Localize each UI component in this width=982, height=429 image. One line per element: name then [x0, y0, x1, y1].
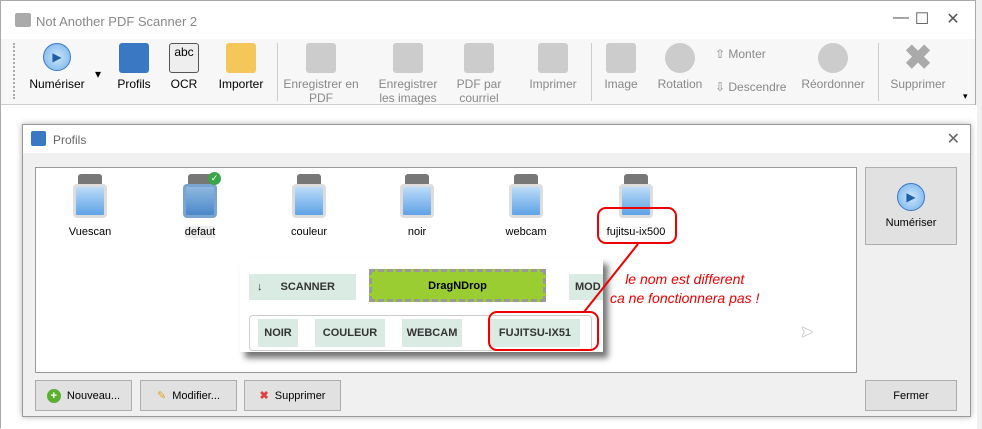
annotation-line2: ca ne fonctionnera pas ! — [610, 290, 760, 306]
annotation-line1: le nom est different — [625, 271, 745, 287]
mouse-cursor-icon: ➤ — [800, 324, 814, 341]
annotation-text: le nom est different ca ne fonctionnera p… — [610, 270, 759, 308]
annotation-line — [583, 243, 639, 313]
